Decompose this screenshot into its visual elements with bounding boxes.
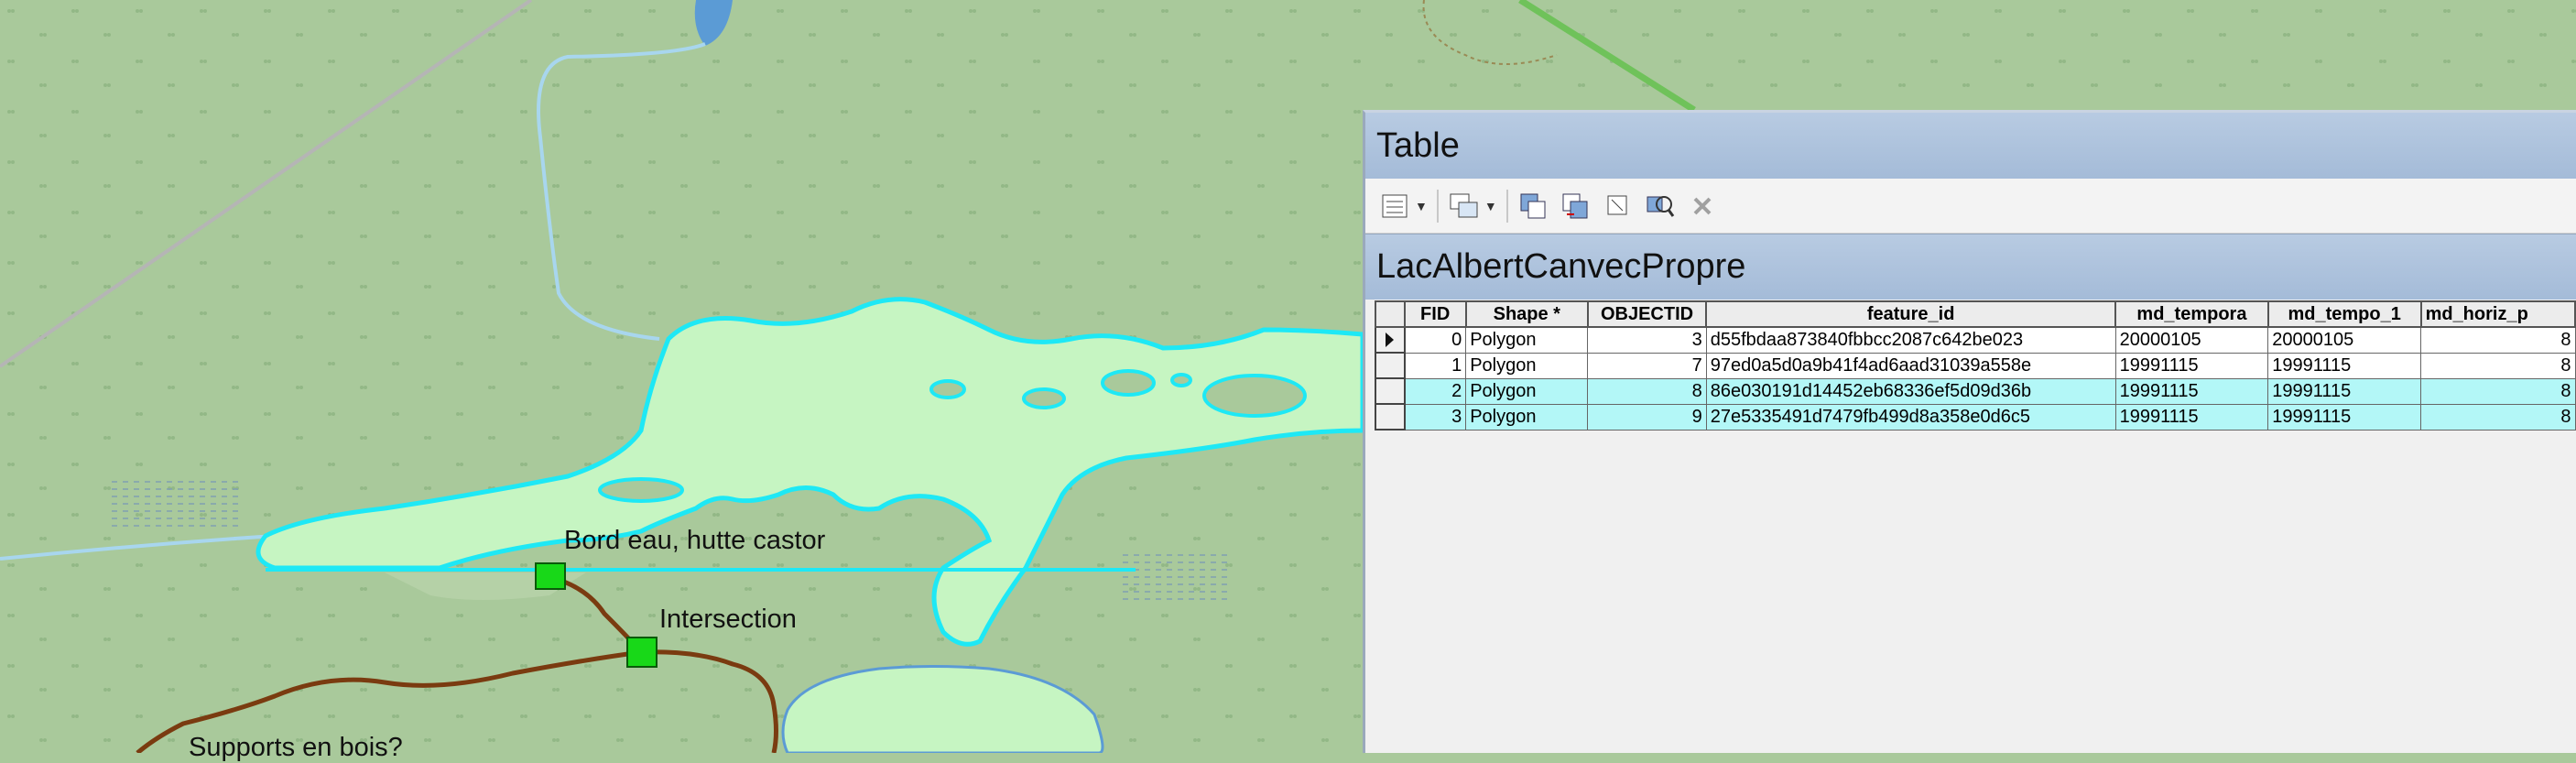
cell-objectid[interactable]: 9	[1587, 403, 1707, 431]
cell-md-tempo-1[interactable]: 19991115	[2267, 377, 2422, 405]
cell-objectid[interactable]: 7	[1587, 352, 1707, 379]
marsh-area	[1117, 550, 1227, 605]
row-selector[interactable]	[1375, 377, 1406, 405]
chevron-down-icon[interactable]: ▼	[1484, 199, 1497, 213]
table-row-selected[interactable]: 2 Polygon 8 86e030191d14452eb68336ef5d09…	[1375, 377, 2576, 405]
label-bord-eau: Bord eau, hutte castor	[564, 526, 826, 555]
cell-fid[interactable]: 2	[1404, 377, 1467, 405]
select-by-attributes-icon[interactable]	[1517, 190, 1550, 223]
cell-shape[interactable]: Polygon	[1465, 377, 1589, 405]
island	[1202, 374, 1307, 418]
window-title: Table	[1365, 113, 2576, 179]
island	[1170, 373, 1192, 387]
cell-md-tempora[interactable]: 19991115	[2114, 403, 2269, 431]
cell-md-horiz-p[interactable]: 8	[2420, 377, 2576, 405]
cell-md-tempora[interactable]: 19991115	[2114, 352, 2269, 379]
island	[598, 477, 684, 503]
row-selector[interactable]	[1375, 403, 1406, 431]
cell-shape[interactable]: Polygon	[1465, 352, 1589, 379]
table-row[interactable]: 0 Polygon 3 d55fbdaa873840fbbcc2087c642b…	[1375, 326, 2576, 354]
table-row[interactable]: 1 Polygon 7 97ed0a5d0a9b41f4ad6aad31039a…	[1375, 352, 2576, 379]
cell-md-horiz-p[interactable]: 8	[2420, 352, 2576, 379]
row-selector[interactable]	[1375, 326, 1406, 354]
layer-table-title: LacAlbertCanvecPropre	[1365, 234, 2576, 300]
attribute-grid[interactable]: FID Shape * OBJECTID feature_id md_tempo…	[1375, 300, 2576, 753]
row-selector[interactable]	[1375, 352, 1406, 379]
cell-md-horiz-p[interactable]: 8	[2420, 326, 2576, 354]
attribute-table: FID Shape * OBJECTID feature_id md_tempo…	[1375, 300, 2576, 431]
row-selector-header	[1375, 300, 1406, 328]
table-options-icon[interactable]	[1378, 190, 1411, 223]
cell-shape[interactable]: Polygon	[1465, 326, 1589, 354]
toolbar-separator	[1505, 189, 1508, 223]
cell-fid[interactable]: 0	[1404, 326, 1467, 354]
toolbar-separator	[1436, 189, 1439, 223]
cell-feature-id[interactable]: 27e5335491d7479fb499d8a358e0d6c5	[1705, 403, 2116, 431]
column-header-fid[interactable]: FID	[1403, 300, 1467, 328]
column-header-md-tempora[interactable]: md_tempora	[2114, 300, 2269, 328]
island	[1101, 369, 1156, 397]
cell-md-horiz-p[interactable]: 8	[2420, 403, 2576, 431]
cell-objectid[interactable]: 8	[1587, 377, 1707, 405]
cell-md-tempo-1[interactable]: 19991115	[2267, 352, 2422, 379]
column-header-md-horiz-p[interactable]: md_horiz_p	[2419, 300, 2576, 328]
switch-selection-icon[interactable]	[1560, 190, 1592, 223]
column-header-shape[interactable]: Shape *	[1464, 300, 1589, 328]
marsh-area	[110, 476, 238, 531]
island	[929, 379, 966, 399]
cell-feature-id[interactable]: d55fbdaa873840fbbcc2087c642be023	[1705, 326, 2116, 354]
label-intersection: Intersection	[659, 605, 797, 634]
cell-fid[interactable]: 3	[1404, 403, 1467, 431]
column-header-feature-id[interactable]: feature_id	[1705, 300, 2117, 328]
cell-objectid[interactable]: 3	[1587, 326, 1707, 354]
table-toolbar: ▼ ▼	[1365, 179, 2576, 234]
column-header-md-tempo-1[interactable]: md_tempo_1	[2266, 300, 2422, 328]
island	[1022, 387, 1066, 409]
cell-md-tempora[interactable]: 19991115	[2114, 377, 2269, 405]
column-header-objectid[interactable]: OBJECTID	[1586, 300, 1708, 328]
cell-shape[interactable]: Polygon	[1465, 403, 1589, 431]
waypoint-marker[interactable]	[535, 562, 566, 590]
delete-icon[interactable]	[1686, 190, 1719, 223]
current-row-arrow-icon	[1386, 332, 1394, 347]
zoom-to-selected-icon[interactable]	[1644, 190, 1677, 223]
clear-selection-icon[interactable]	[1602, 190, 1635, 223]
cell-feature-id[interactable]: 86e030191d14452eb68336ef5d09d36b	[1705, 377, 2116, 405]
cell-feature-id[interactable]: 97ed0a5d0a9b41f4ad6aad31039a558e	[1705, 352, 2116, 379]
chevron-down-icon[interactable]: ▼	[1415, 199, 1428, 213]
cell-fid[interactable]: 1	[1404, 352, 1467, 379]
cell-md-tempo-1[interactable]: 20000105	[2267, 326, 2422, 354]
attribute-table-window[interactable]: Table ▼ ▼ LacAlbertCanvecPropre FID Shap…	[1363, 110, 2576, 753]
label-supports: Supports en bois?	[189, 733, 403, 762]
waypoint-marker[interactable]	[626, 637, 658, 668]
table-row-selected[interactable]: 3 Polygon 9 27e5335491d7479fb499d8a358e0…	[1375, 403, 2576, 431]
cell-md-tempo-1[interactable]: 19991115	[2267, 403, 2422, 431]
cell-md-tempora[interactable]: 20000105	[2114, 326, 2269, 354]
table-header-row: FID Shape * OBJECTID feature_id md_tempo…	[1375, 300, 2576, 328]
related-tables-icon[interactable]	[1448, 190, 1481, 223]
